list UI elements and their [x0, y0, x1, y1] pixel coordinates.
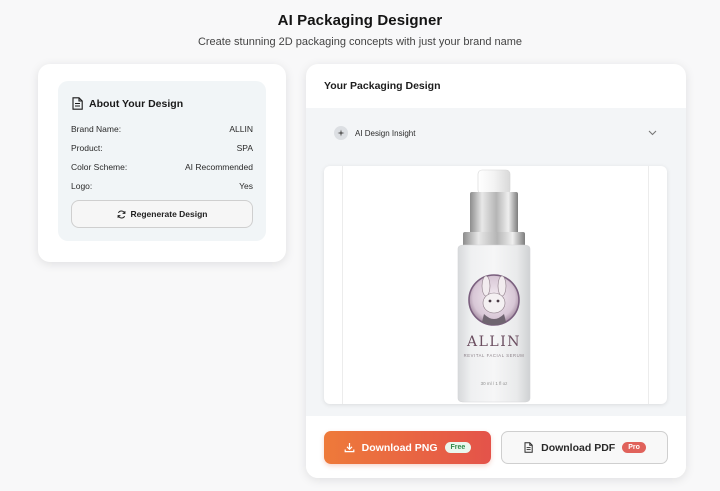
insight-label: AI Design Insight — [355, 128, 416, 138]
download-png-button[interactable]: Download PNG Free — [324, 431, 491, 464]
sparkle-icon — [334, 126, 348, 140]
page-subtitle: Create stunning 2D packaging concepts wi… — [197, 36, 523, 48]
regenerate-label: Regenerate Design — [130, 209, 208, 219]
download-actions: Download PNG Free Download PDF Pro — [306, 416, 686, 478]
download-pdf-button[interactable]: Download PDF Pro — [501, 431, 668, 464]
about-header: About Your Design — [72, 97, 183, 110]
bottle-volume: 30 ml / 1 fl oz — [481, 381, 509, 386]
bottle-product-line: REVITAL FACIAL SERUM — [464, 353, 525, 358]
row-value: SPA — [236, 143, 253, 153]
download-icon — [344, 443, 355, 453]
about-card: About Your Design Brand Name: ALLIN Prod… — [38, 64, 286, 262]
page-title: AI Packaging Designer — [277, 12, 443, 29]
design-body: AI Design Insight ALLIN REVITAL FACIAL S… — [306, 108, 686, 416]
design-title: Your Packaging Design — [324, 80, 441, 92]
packaging-preview: ALLIN REVITAL FACIAL SERUM 30 ml / 1 fl … — [324, 166, 667, 404]
row-value: Yes — [239, 181, 253, 191]
about-title: About Your Design — [89, 97, 184, 110]
row-value: ALLIN — [229, 124, 253, 134]
design-card: Your Packaging Design AI Design Insight — [306, 64, 686, 478]
ai-design-insight-toggle[interactable]: AI Design Insight — [334, 126, 415, 140]
download-png-label: Download PNG — [361, 441, 438, 454]
file-icon — [524, 442, 533, 453]
row-label: Product: — [71, 143, 103, 153]
row-label: Logo: — [71, 181, 93, 191]
brand-name-row: Brand Name: ALLIN — [71, 124, 253, 134]
refresh-icon — [117, 210, 125, 218]
color-scheme-row: Color Scheme: AI Recommended — [71, 162, 253, 172]
free-badge: Free — [444, 442, 472, 453]
about-panel: About Your Design Brand Name: ALLIN Prod… — [58, 81, 266, 241]
download-pdf-label: Download PDF — [541, 441, 616, 454]
row-label: Brand Name: — [71, 124, 122, 134]
chevron-down-icon[interactable] — [648, 130, 657, 136]
logo-row: Logo: Yes — [71, 181, 253, 191]
bottle-brand: ALLIN — [466, 334, 521, 350]
document-icon — [72, 97, 83, 110]
serum-bottle-image: ALLIN REVITAL FACIAL SERUM 30 ml / 1 fl … — [457, 169, 531, 403]
regenerate-design-button[interactable]: Regenerate Design — [71, 200, 253, 228]
row-label: Color Scheme: — [71, 162, 128, 172]
pro-badge: Pro — [622, 442, 646, 453]
product-row: Product: SPA — [71, 143, 253, 153]
row-value: AI Recommended — [184, 162, 253, 172]
page-header: AI Packaging Designer Create stunning 2D… — [0, 12, 720, 48]
